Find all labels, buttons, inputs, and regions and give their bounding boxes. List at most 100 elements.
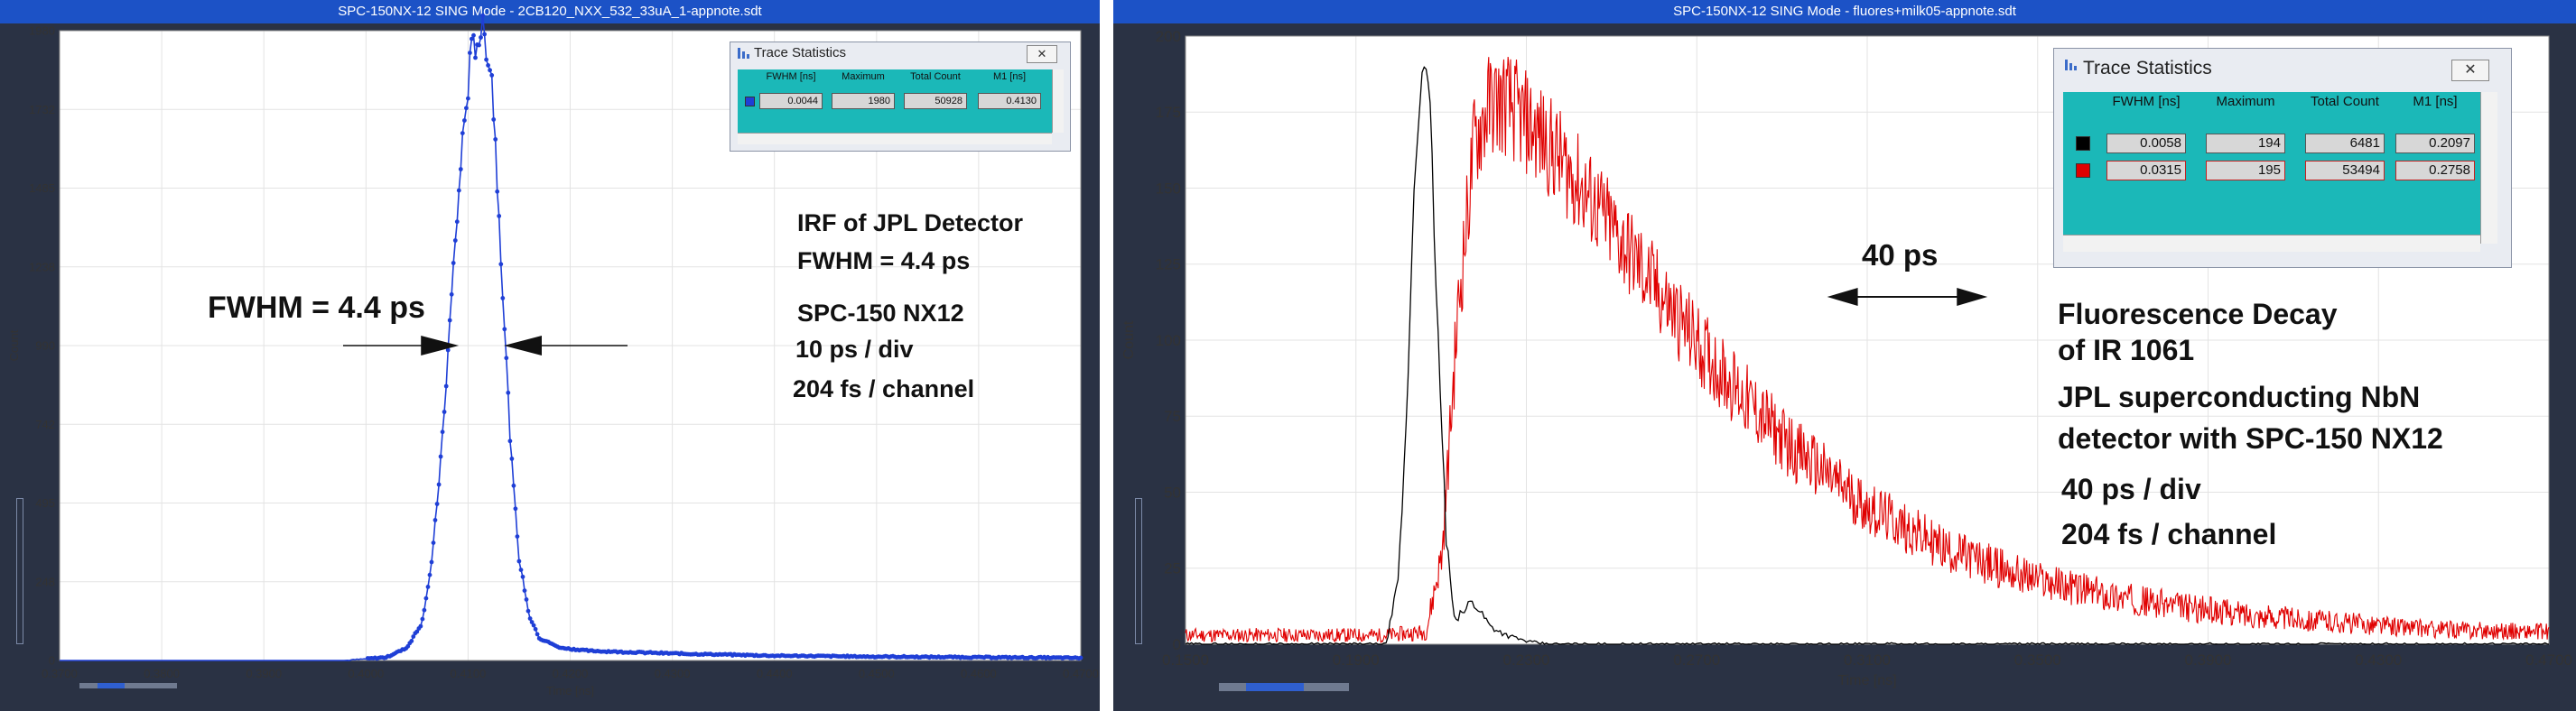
left-data-point [425, 585, 431, 589]
left-x-tick-label: 0.4300 [655, 667, 691, 680]
right-y-tick-label: 75 [1164, 408, 1181, 425]
right-annotation-line6: 204 fs / channel [2061, 518, 2277, 550]
left-x-tick-label: 0.4500 [859, 667, 895, 680]
close-icon[interactable]: ✕ [2451, 60, 2489, 81]
left-y-tick-label: 495 [35, 496, 55, 510]
left-annotation-line2: FWHM = 4.4 ps [797, 247, 971, 274]
left-y-tick-label: 742 [35, 418, 55, 431]
close-icon[interactable]: ✕ [1027, 45, 1057, 63]
right-window: SPC-150NX-12 SING Mode - fluores+milk05-… [1113, 0, 2576, 711]
left-data-point [471, 32, 476, 38]
left-y-axis-label: Count [7, 329, 21, 361]
series-color-swatch[interactable] [745, 96, 755, 106]
left-x-tick-label: 0.3900 [246, 667, 282, 680]
left-x-tick-label: 0.3700 [42, 667, 78, 680]
trace-statistics-title: Trace Statistics [754, 45, 846, 60]
trace-statistics-horizontal-scrollbar[interactable] [2063, 235, 2480, 252]
series-color-swatch[interactable] [2076, 163, 2090, 178]
statistic-value-cell: 1980 [832, 93, 895, 109]
column-header: Total Count [910, 71, 961, 82]
statistic-value-cell: 6481 [2305, 134, 2385, 153]
left-data-point [507, 439, 513, 444]
left-data-point [493, 137, 498, 142]
left-data-point [522, 588, 527, 593]
series-color-swatch[interactable] [2076, 136, 2090, 151]
left-data-point [438, 454, 443, 459]
trace-statistics-header[interactable]: Trace Statistics ✕ [730, 42, 1070, 64]
right-arrow-label: 40 ps [1862, 238, 1939, 272]
left-horizontal-scrollbar[interactable] [79, 683, 177, 688]
trace-statistics-header[interactable]: Trace Statistics ✕ [2054, 49, 2511, 81]
statistic-value-cell: 0.0315 [2106, 161, 2186, 180]
left-data-point [427, 572, 432, 577]
right-x-tick-label: 0.3500 [2014, 651, 2061, 669]
statistics-chart-icon [2065, 60, 2078, 70]
left-data-point [418, 623, 423, 629]
left-data-point [440, 429, 445, 435]
left-data-point [429, 559, 434, 565]
right-annotation-line4: detector with SPC-150 NX12 [2058, 422, 2443, 455]
right-horizontal-scrollbar[interactable] [1219, 683, 1349, 691]
right-x-tick-label: 0.3100 [1844, 651, 1891, 669]
left-data-point [431, 540, 436, 545]
left-data-point [535, 632, 540, 637]
left-data-point [458, 167, 463, 171]
left-data-point [466, 96, 470, 101]
left-annotation-line5: 204 fs / channel [793, 375, 975, 402]
statistic-value-cell: 0.2758 [2395, 161, 2475, 180]
right-y-tick-label: 150 [1156, 180, 1181, 197]
left-data-point [524, 597, 529, 602]
left-trace-statistics-window[interactable]: Trace Statistics ✕ FWHM [ns] Maximum Total… [730, 42, 1071, 152]
right-y-tick-label: 0 [1173, 636, 1181, 653]
right-y-tick-label: 175 [1156, 104, 1181, 121]
left-data-point [454, 219, 460, 225]
left-data-point [451, 261, 456, 265]
left-fwhm-arrow-label: FWHM = 4.4 ps [208, 291, 425, 325]
left-x-tick-label: 0.4200 [553, 667, 589, 680]
left-annotation-line1: IRF of JPL Detector [797, 209, 1024, 236]
left-data-point [473, 55, 478, 60]
left-data-point [1078, 655, 1083, 660]
left-data-point [464, 106, 469, 111]
right-y-tick-label: 125 [1156, 256, 1181, 273]
left-x-tick-label: 0.4600 [961, 667, 997, 680]
statistic-value-cell: 0.4130 [978, 93, 1041, 109]
right-y-tick-label: 25 [1164, 560, 1181, 577]
column-header: Maximum [2216, 94, 2275, 109]
left-data-point [513, 506, 518, 512]
left-y-tick-label: 990 [35, 339, 55, 353]
right-x-tick-label: 0.3900 [2185, 651, 2232, 669]
left-annotation-line4: 10 ps / div [795, 336, 914, 363]
left-data-point [436, 482, 442, 487]
right-x-tick-label: 0.2300 [1503, 651, 1550, 669]
left-data-point [442, 410, 447, 414]
right-y-axis-label: Count [1121, 320, 1137, 359]
left-y-tick-label: 1238 [29, 260, 55, 273]
right-x-tick-label: 0.4700 [2525, 651, 2572, 669]
statistics-chart-icon [738, 48, 750, 59]
right-trace-statistics-window[interactable]: Trace Statistics ✕ FWHM [ns] Maximum Total… [2053, 48, 2512, 268]
left-data-point [533, 626, 538, 632]
left-data-point [449, 291, 454, 297]
trace-statistics-vertical-scrollbar[interactable] [2480, 92, 2497, 244]
right-y-tick-label: 200 [1156, 28, 1181, 45]
trace-statistics-vertical-scrollbar[interactable] [1052, 69, 1064, 133]
left-data-point [511, 483, 516, 488]
left-y-tick-label: 1485 [29, 181, 55, 195]
column-header: Total Count [2311, 94, 2379, 109]
left-data-point [468, 51, 472, 55]
statistic-value-cell: 0.0044 [759, 93, 823, 109]
left-data-point [509, 457, 515, 461]
left-data-point [479, 35, 483, 40]
left-data-point [498, 262, 504, 267]
left-data-point [504, 356, 509, 361]
left-y-tick-label: 248 [35, 575, 55, 588]
right-color-scale-bar[interactable] [1135, 498, 1142, 644]
statistic-value-cell: 53494 [2305, 161, 2385, 180]
trace-statistics-horizontal-scrollbar[interactable] [738, 133, 1052, 144]
left-data-point [515, 534, 520, 539]
right-x-tick-label: 0.2700 [1673, 651, 1720, 669]
left-data-point [520, 574, 525, 579]
left-color-scale-bar[interactable] [16, 498, 23, 644]
column-header: FWHM [ns] [766, 71, 816, 82]
